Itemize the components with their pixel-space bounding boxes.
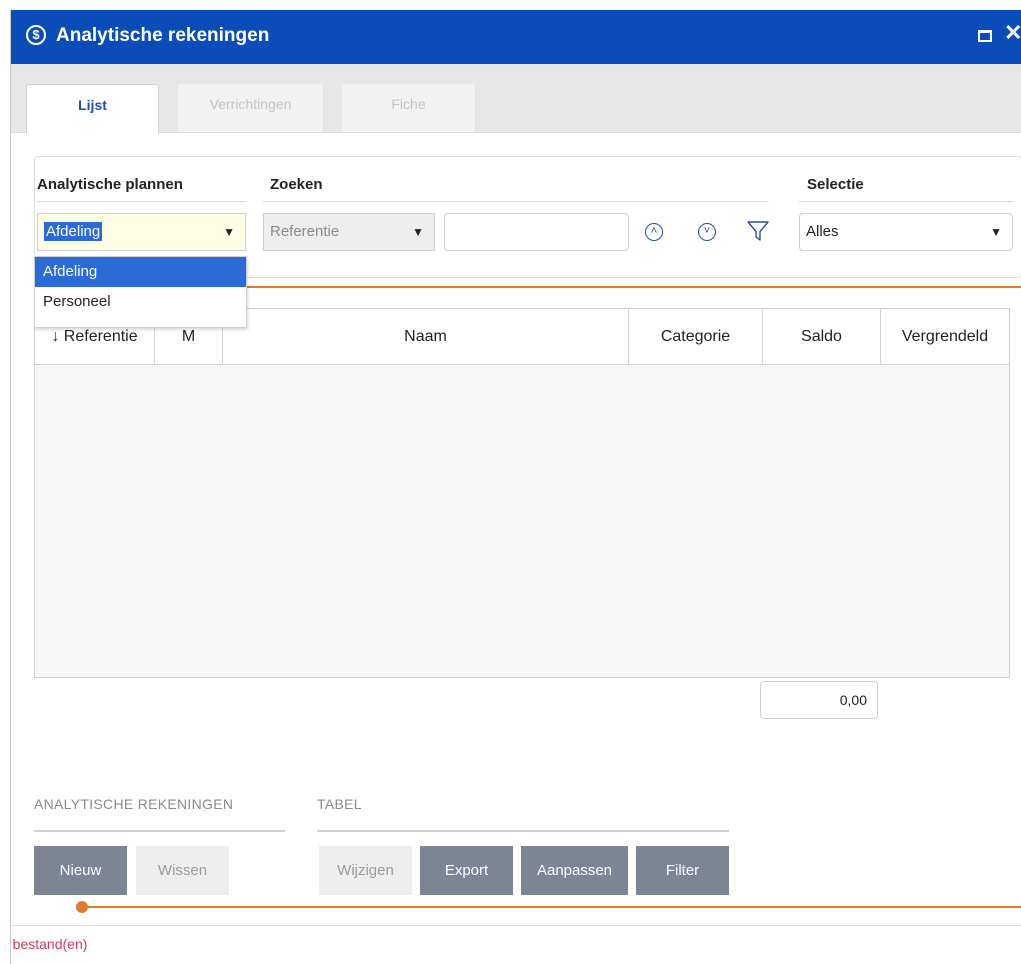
chevron-down-icon: ▼ xyxy=(223,225,235,239)
close-icon[interactable]: ✕ xyxy=(1004,22,1021,44)
next-circle-icon[interactable]: ˅ xyxy=(698,223,720,245)
chevron-down-icon: ▼ xyxy=(412,225,424,239)
customize-button[interactable]: Aanpassen xyxy=(521,846,628,895)
tab-verrichtingen[interactable]: Verrichtingen xyxy=(178,84,323,132)
app-window: $ Analytische rekeningen ✕ Lijst Verrich… xyxy=(10,10,1021,964)
selection-select-value: Alles xyxy=(806,223,839,240)
filter-funnel-icon[interactable] xyxy=(746,219,770,243)
accounts-grid: ↓ Referentie M Naam Categorie Saldo Verg… xyxy=(34,308,1010,678)
dropdown-item-personeel[interactable]: Personeel xyxy=(35,287,246,317)
annotation-dot-new xyxy=(76,901,88,913)
plans-dropdown: Afdeling Personeel xyxy=(34,256,247,328)
annotation-line-new xyxy=(76,906,1021,908)
selection-select[interactable]: Alles ▼ xyxy=(799,213,1013,251)
status-bar: 0 bestand(en) xyxy=(11,925,1021,964)
tab-lijst[interactable]: Lijst xyxy=(26,84,159,134)
tab-fiche[interactable]: Fiche xyxy=(342,84,475,132)
title-bar: $ Analytische rekeningen ✕ xyxy=(11,10,1021,64)
column-naam[interactable]: Naam xyxy=(223,309,629,364)
export-button[interactable]: Export xyxy=(420,846,513,895)
delete-button[interactable]: Wissen xyxy=(136,846,229,895)
plans-select-value: Afdeling xyxy=(44,222,103,241)
plans-divider xyxy=(37,201,246,202)
search-field-value: Referentie xyxy=(270,223,340,240)
saldo-total: 0,00 xyxy=(760,681,878,719)
tab-bar: Lijst Verrichtingen Fiche xyxy=(11,64,1021,134)
dropdown-item-afdeling[interactable]: Afdeling xyxy=(35,257,246,287)
plans-label: Analytische plannen xyxy=(37,176,183,193)
search-label: Zoeken xyxy=(270,176,323,193)
annotation-line-dropdown xyxy=(224,286,1021,288)
window-title: Analytische rekeningen xyxy=(56,25,270,46)
selection-label: Selectie xyxy=(807,176,864,193)
search-field-select[interactable]: Referentie ▼ xyxy=(263,213,435,251)
column-categorie[interactable]: Categorie xyxy=(629,309,763,364)
edit-button[interactable]: Wijzigen xyxy=(319,846,412,895)
column-vergrendeld[interactable]: Vergrendeld xyxy=(881,309,1009,364)
accounts-section-label: ANALYTISCHE REKENINGEN xyxy=(34,796,234,812)
table-section-divider xyxy=(317,830,729,832)
column-saldo[interactable]: Saldo xyxy=(763,309,881,364)
accounts-section-divider xyxy=(34,830,285,832)
chevron-down-icon: ▼ xyxy=(990,225,1002,239)
table-section-label: TABEL xyxy=(317,796,362,812)
maximize-icon[interactable] xyxy=(978,27,992,42)
selection-divider xyxy=(799,201,1013,202)
previous-circle-icon[interactable]: ˄ xyxy=(645,223,667,245)
dollar-circle-icon: $ xyxy=(26,25,46,45)
new-button[interactable]: Nieuw xyxy=(34,846,127,895)
filter-button[interactable]: Filter xyxy=(636,846,729,895)
search-divider xyxy=(263,201,768,202)
plans-select[interactable]: Afdeling ▼ xyxy=(37,213,246,251)
search-input[interactable] xyxy=(444,213,629,251)
record-count: 0 bestand(en) xyxy=(11,936,88,952)
